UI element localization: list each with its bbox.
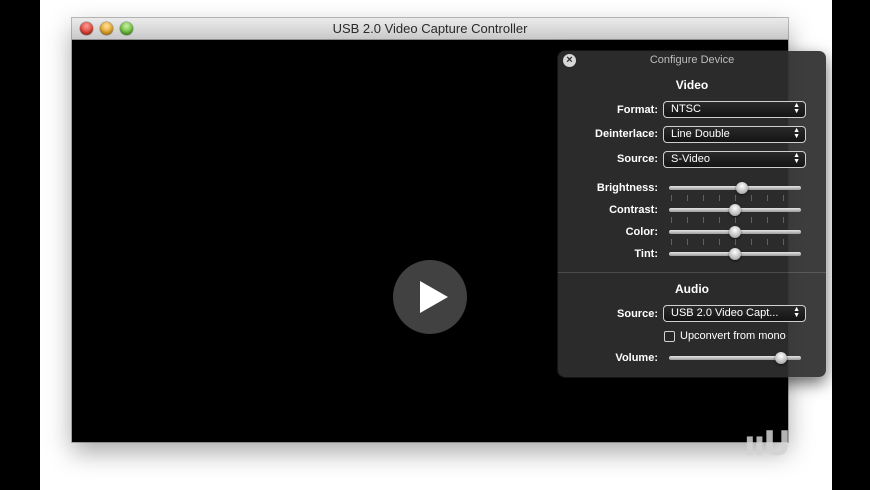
deinterlace-label: Deinterlace:: [595, 128, 658, 140]
title-bar[interactable]: USB 2.0 Video Capture Controller: [72, 18, 788, 40]
audio-source-value: USB 2.0 Video Capt...: [671, 307, 779, 319]
video-section-title: Video: [675, 78, 709, 92]
window-title: USB 2.0 Video Capture Controller: [332, 21, 528, 36]
popup-arrows-icon: ▲ ▼: [793, 306, 800, 319]
popup-arrows-icon: ▲ ▼: [793, 102, 800, 115]
slider-ticks: [671, 195, 799, 201]
brightness-slider[interactable]: [669, 182, 801, 194]
section-divider: [558, 272, 826, 273]
play-icon[interactable]: [393, 260, 467, 334]
slider-knob[interactable]: [729, 226, 741, 238]
deinterlace-value: Line Double: [671, 128, 730, 140]
tint-label: Tint:: [634, 248, 658, 260]
video-source-label: Source:: [617, 153, 658, 165]
slider-knob[interactable]: [735, 182, 748, 194]
color-label: Color:: [625, 226, 658, 238]
color-slider[interactable]: [669, 217, 801, 238]
panel-title: Configure Device: [649, 54, 735, 66]
contrast-slider[interactable]: [669, 195, 801, 216]
tint-slider[interactable]: [669, 239, 801, 260]
slider-ticks: [671, 239, 799, 245]
slider-knob[interactable]: [729, 204, 741, 216]
format-value: NTSC: [671, 103, 701, 115]
slider-knob[interactable]: [729, 248, 741, 260]
video-source-value: S-Video: [671, 153, 710, 165]
upconvert-checkbox[interactable]: [664, 331, 675, 342]
watermark-logo: ııU: [744, 424, 791, 464]
popup-arrows-icon: ▲ ▼: [793, 127, 800, 140]
volume-slider[interactable]: [669, 352, 801, 364]
popup-arrows-icon: ▲ ▼: [793, 152, 800, 165]
audio-source-select[interactable]: USB 2.0 Video Capt... ▲ ▼: [663, 305, 806, 322]
contrast-label: Contrast:: [609, 204, 658, 216]
format-select[interactable]: NTSC ▲ ▼: [663, 101, 806, 118]
audio-section-title: Audio: [675, 282, 709, 296]
format-label: Format:: [617, 104, 658, 116]
brightness-label: Brightness:: [596, 182, 658, 194]
volume-label: Volume:: [615, 352, 658, 364]
video-source-select[interactable]: S-Video ▲ ▼: [663, 151, 806, 168]
audio-source-label: Source:: [617, 308, 658, 320]
upconvert-label: Upconvert from mono: [680, 330, 786, 342]
slider-ticks: [671, 217, 799, 223]
deinterlace-select[interactable]: Line Double ▲ ▼: [663, 126, 806, 143]
configure-device-panel: × Configure Device Video Format: NTSC ▲ ▼…: [558, 51, 826, 377]
slider-knob[interactable]: [775, 352, 788, 364]
